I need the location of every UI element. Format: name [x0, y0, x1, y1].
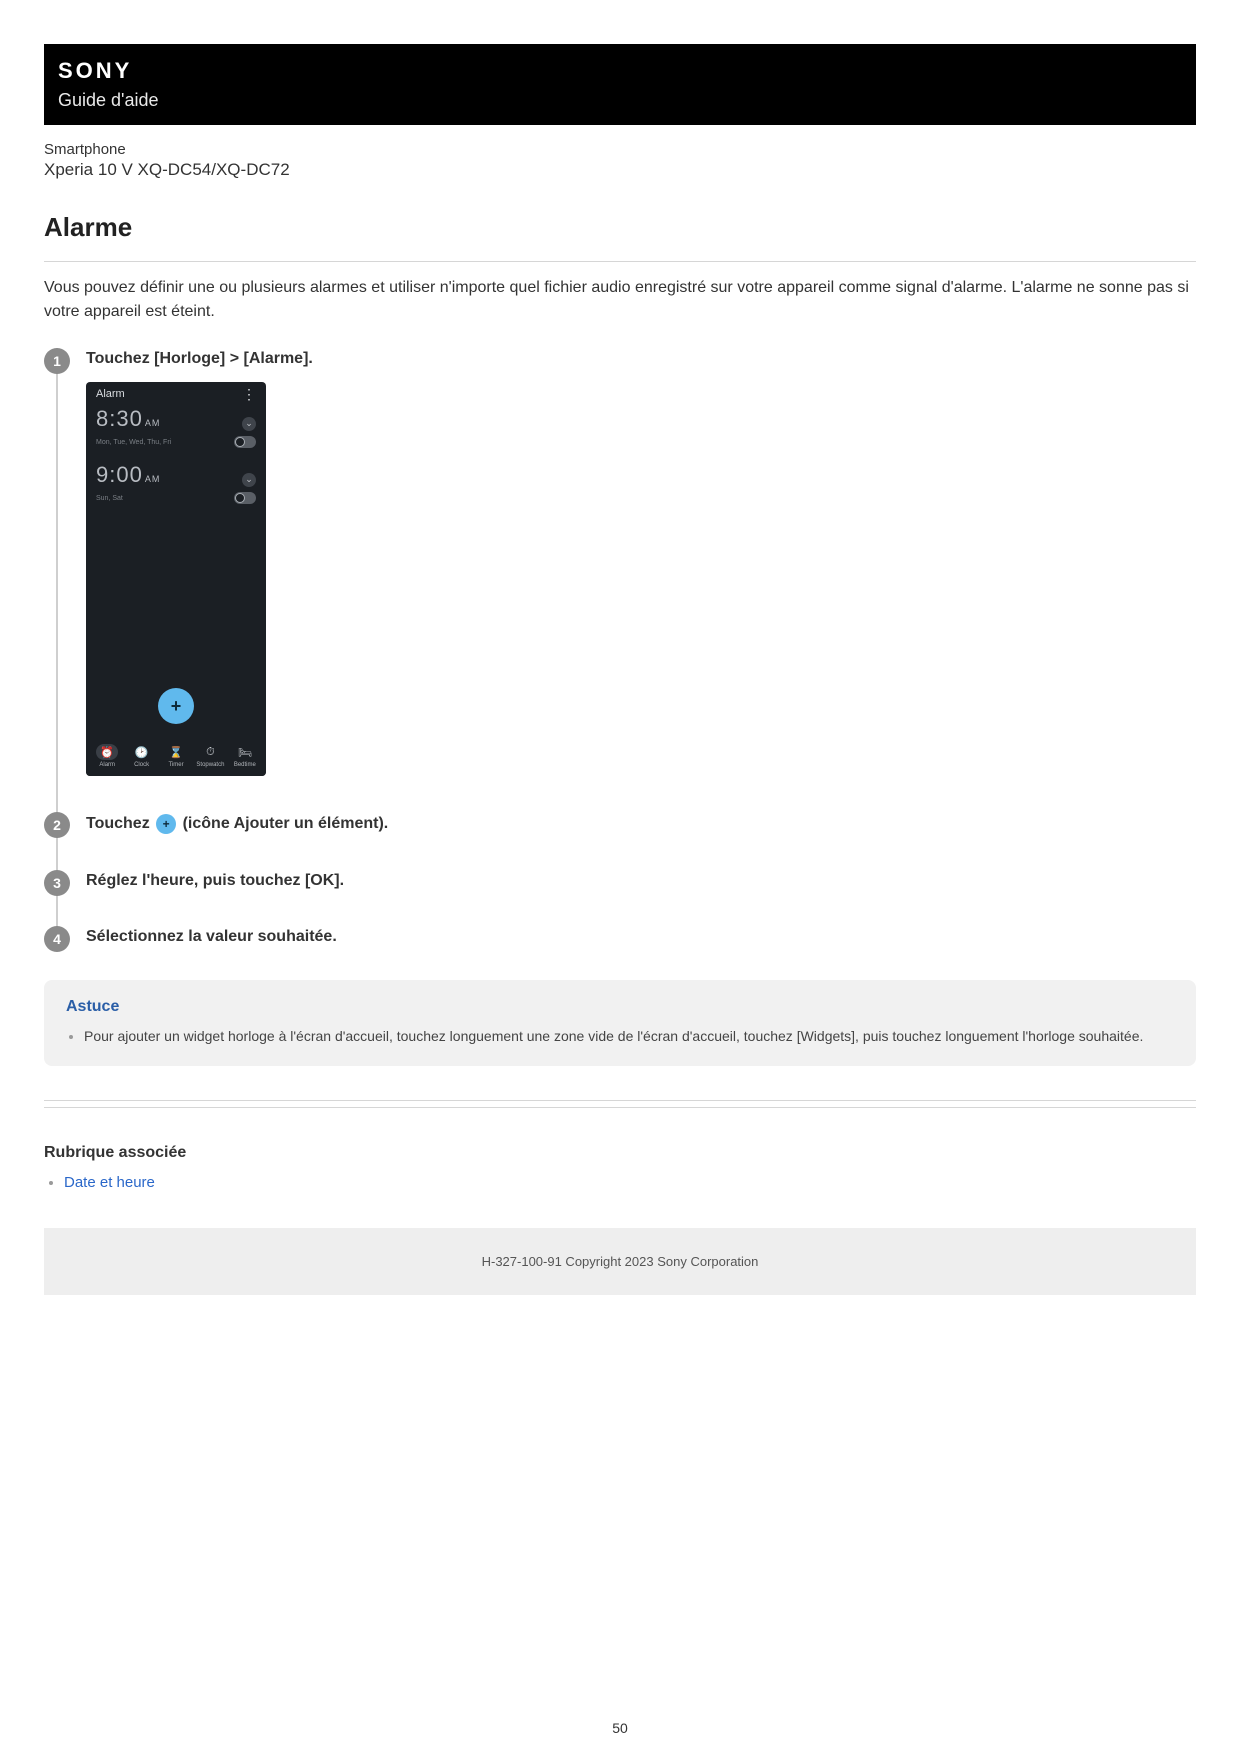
step-text-after: (icône Ajouter un élément).: [178, 815, 388, 832]
alarm-ampm: AM: [145, 418, 161, 428]
clock-icon: 🕑: [135, 746, 149, 759]
phone-screenshot: Alarm ⋮ 8:30AM ⌄ Mon, Tue, Wed, Thu, Fri: [86, 382, 266, 776]
alarm-toggle[interactable]: [234, 436, 256, 448]
alarm-row[interactable]: 8:30AM ⌄ Mon, Tue, Wed, Thu, Fri: [86, 400, 266, 456]
tip-title: Astuce: [66, 998, 1174, 1016]
phone-bottom-nav: ⏰ Alarm 🕑 Clock ⌛ Timer ⏱ Stopwatch: [86, 736, 266, 776]
alarm-toggle[interactable]: [234, 492, 256, 504]
tab-clock[interactable]: 🕑 Clock: [124, 744, 158, 768]
alarm-days: Sun, Sat: [96, 495, 123, 502]
tab-label: Clock: [124, 762, 158, 768]
step-3: 3 Réglez l'heure, puis touchez [OK].: [44, 870, 1196, 926]
tab-label: Alarm: [90, 762, 124, 768]
alarm-days: Mon, Tue, Wed, Thu, Fri: [96, 439, 171, 446]
chevron-down-icon[interactable]: ⌄: [242, 417, 256, 431]
intro-paragraph: Vous pouvez définir une ou plusieurs ala…: [44, 276, 1196, 324]
alarm-icon: ⏰: [100, 746, 114, 759]
page-number: 50: [0, 1720, 1240, 1736]
tip-box: Astuce Pour ajouter un widget horloge à …: [44, 980, 1196, 1066]
alarm-time-value: 8:30: [96, 406, 143, 431]
footer-copyright: H-327-100-91 Copyright 2023 Sony Corpora…: [44, 1228, 1196, 1295]
more-icon[interactable]: ⋮: [242, 390, 256, 398]
tab-label: Timer: [159, 762, 193, 768]
related-title: Rubrique associée: [44, 1144, 1196, 1162]
related-link[interactable]: Date et heure: [64, 1174, 155, 1191]
tip-list: Pour ajouter un widget horloge à l'écran…: [66, 1026, 1174, 1046]
tab-label: Stopwatch: [193, 762, 227, 768]
phone-titlebar: Alarm ⋮: [86, 382, 266, 400]
tab-bedtime[interactable]: 🛏 Bedtime: [228, 744, 262, 768]
step-text: Touchez + (icône Ajouter un élément).: [86, 812, 1196, 834]
step-1: 1 Touchez [Horloge] > [Alarme]. Alarm ⋮ …: [44, 348, 1196, 812]
add-alarm-fab[interactable]: +: [158, 688, 194, 724]
alarm-time: 8:30AM: [96, 406, 160, 432]
tab-alarm[interactable]: ⏰ Alarm: [90, 744, 124, 768]
guide-label: Guide d'aide: [58, 90, 1182, 111]
tab-label: Bedtime: [228, 762, 262, 768]
section-divider: [44, 1100, 1196, 1101]
brand-logo: SONY: [58, 58, 1182, 84]
bedtime-icon: 🛏: [238, 746, 252, 759]
tip-item: Pour ajouter un widget horloge à l'écran…: [84, 1026, 1174, 1046]
stopwatch-icon: ⏱: [206, 746, 215, 759]
section-divider: [44, 1107, 1196, 1108]
alarm-row[interactable]: 9:00AM ⌄ Sun, Sat: [86, 456, 266, 512]
step-badge: 2: [44, 812, 70, 838]
alarm-time: 9:00AM: [96, 462, 160, 488]
tab-stopwatch[interactable]: ⏱ Stopwatch: [193, 744, 227, 768]
step-4: 4 Sélectionnez la valeur souhaitée.: [44, 926, 1196, 956]
tab-timer[interactable]: ⌛ Timer: [159, 744, 193, 768]
step-text: Sélectionnez la valeur souhaitée.: [86, 926, 1196, 946]
timer-icon: ⌛: [169, 746, 183, 759]
steps-list: 1 Touchez [Horloge] > [Alarme]. Alarm ⋮ …: [44, 348, 1196, 956]
step-text: Réglez l'heure, puis touchez [OK].: [86, 870, 1196, 890]
title-divider: [44, 261, 1196, 262]
step-text: Touchez [Horloge] > [Alarme].: [86, 348, 1196, 368]
step-badge: 1: [44, 348, 70, 374]
alarm-time-value: 9:00: [96, 462, 143, 487]
step-text-before: Touchez: [86, 815, 154, 832]
add-icon: +: [156, 814, 176, 834]
related-item: Date et heure: [64, 1174, 1196, 1192]
product-category: Smartphone: [44, 141, 1196, 158]
phone-screen-title: Alarm: [96, 388, 125, 400]
step-2: 2 Touchez + (icône Ajouter un élément).: [44, 812, 1196, 870]
step-badge: 3: [44, 870, 70, 896]
alarm-ampm: AM: [145, 474, 161, 484]
chevron-down-icon[interactable]: ⌄: [242, 473, 256, 487]
product-model: Xperia 10 V XQ-DC54/XQ-DC72: [44, 160, 1196, 180]
page-title: Alarme: [44, 212, 1196, 243]
step-badge: 4: [44, 926, 70, 952]
related-section: Rubrique associée Date et heure: [44, 1144, 1196, 1192]
header-bar: SONY Guide d'aide: [44, 44, 1196, 125]
